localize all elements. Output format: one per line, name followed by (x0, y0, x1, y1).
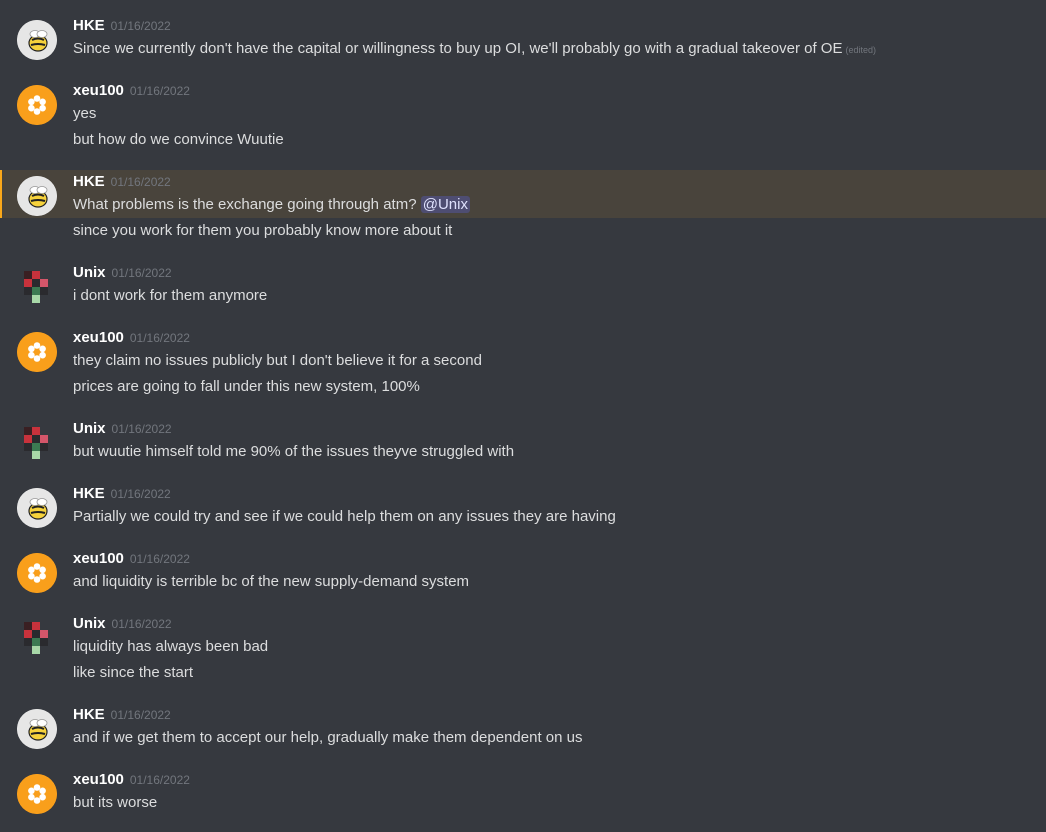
user-mention[interactable]: @Unix (420, 196, 470, 213)
message-text: prices are going to fall under this new … (73, 378, 420, 395)
username[interactable]: HKE (73, 17, 105, 34)
timestamp: 01/16/2022 (110, 175, 171, 189)
username[interactable]: Unix (73, 615, 106, 632)
message-text: like since the start (73, 664, 194, 681)
timestamp: 01/16/2022 (129, 552, 190, 566)
timestamp: 01/16/2022 (111, 617, 172, 631)
message-text: Partially we could try and see if we cou… (73, 508, 616, 525)
message-text: and liquidity is terrible bc of the new … (73, 573, 470, 590)
bee-avatar[interactable] (17, 20, 57, 60)
timestamp: 01/16/2022 (129, 773, 190, 787)
timestamp: 01/16/2022 (110, 708, 171, 722)
timestamp: 01/16/2022 (110, 19, 171, 33)
message-text: i dont work for them anymore (73, 287, 268, 304)
message-text: liquidity has always been bad (73, 638, 269, 655)
orange-flower-avatar[interactable] (17, 332, 57, 372)
username[interactable]: xeu100 (73, 550, 124, 567)
bee-avatar[interactable] (17, 488, 57, 528)
pixel-avatar[interactable] (17, 618, 57, 658)
username[interactable]: HKE (73, 485, 105, 502)
username[interactable]: Unix (73, 264, 106, 281)
message-text: but its worse (73, 794, 158, 811)
message-text: and if we get them to accept our help, g… (73, 729, 583, 746)
orange-flower-avatar[interactable] (17, 85, 57, 125)
edited-label: (edited) (845, 45, 876, 55)
message-text: but how do we convince Wuutie (73, 131, 284, 148)
message-text: since you work for them you probably kno… (73, 222, 453, 239)
message-text: Since we currently don't have the capita… (73, 40, 876, 57)
timestamp: 01/16/2022 (129, 84, 190, 98)
username[interactable]: xeu100 (73, 771, 124, 788)
timestamp: 01/16/2022 (110, 487, 171, 501)
message-text: they claim no issues publicly but I don'… (73, 352, 482, 369)
username[interactable]: xeu100 (73, 329, 124, 346)
message-text: but wuutie himself told me 90% of the is… (73, 443, 515, 460)
pixel-avatar[interactable] (17, 267, 57, 307)
message-text: yes (73, 105, 97, 122)
timestamp: 01/16/2022 (111, 422, 172, 436)
username[interactable]: HKE (73, 706, 105, 723)
bee-avatar[interactable] (17, 176, 57, 216)
orange-flower-avatar[interactable] (17, 553, 57, 593)
username[interactable]: Unix (73, 420, 106, 437)
message-text: What problems is the exchange going thro… (73, 196, 470, 213)
timestamp: 01/16/2022 (111, 266, 172, 280)
orange-flower-avatar[interactable] (17, 774, 57, 814)
bee-avatar[interactable] (17, 709, 57, 749)
pixel-avatar[interactable] (17, 423, 57, 463)
username[interactable]: HKE (73, 173, 105, 190)
username[interactable]: xeu100 (73, 82, 124, 99)
chat-message-list: HKE 01/16/2022 Since we currently don't h… (0, 0, 1046, 832)
timestamp: 01/16/2022 (129, 331, 190, 345)
